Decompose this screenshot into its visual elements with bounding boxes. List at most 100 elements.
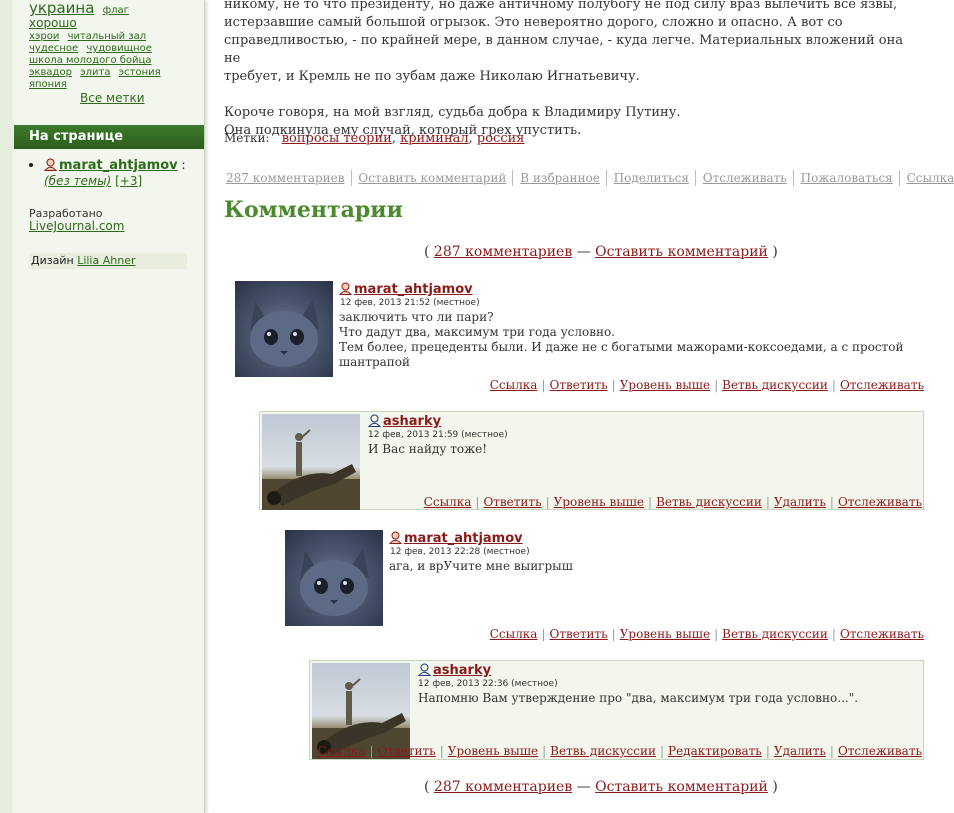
comment-text: Напомню Вам утверждение про "два, максим… [418,691,918,706]
comment-links: Ссылка | Ответить | Уровень выше | Ветвь диску… [489,627,924,641]
track-link[interactable]: Отслеживать [840,378,924,392]
user-icon [389,531,402,544]
parent-link[interactable]: Уровень выше [620,627,710,641]
comment-line: Напомню Вам утверждение про "два, максим… [418,691,859,705]
all-tags-link[interactable]: Все метки [80,91,145,105]
comment-author: asharky [368,414,441,429]
complain-link[interactable]: Пожаловаться [801,170,900,186]
livejournal-link[interactable]: LiveJournal.com [29,219,124,233]
comments-count-link[interactable]: 287 комментариев [434,244,572,260]
parent-link[interactable]: Уровень выше [448,744,538,758]
tag-link[interactable]: чудовищное [86,43,151,54]
cat-avatar-image [250,299,319,367]
thread-link[interactable]: Ветвь дискуссии [722,627,828,641]
post-tag-link[interactable]: криминал [400,131,469,146]
tag-link[interactable]: эквадор [29,67,72,78]
comments-heading: Комментарии [224,197,403,223]
comments-count-link[interactable]: 287 комментариев [434,779,572,795]
post-tags: Метки: вопросы теории, криминал, россия [224,131,525,146]
reply-link[interactable]: Ответить [550,378,608,392]
comment-author-link[interactable]: marat_ahtjamov [354,282,473,297]
design-author-link[interactable]: Lilia Ahner [77,254,135,267]
leave-comment-link[interactable]: Оставить комментарий [358,170,514,186]
dash: — [576,779,591,795]
track-link[interactable]: Отслеживать [840,627,924,641]
share-link[interactable]: Поделиться [614,170,696,186]
comment-permalink[interactable]: Ссылка [424,495,472,509]
comment-author-link[interactable]: asharky [433,663,491,678]
tag-link[interactable]: эстония [119,67,161,78]
comment-author-link[interactable]: marat_ahtjamov [404,531,523,546]
developed-by: Разработано LiveJournal.com [29,207,124,233]
comment-line: И Вас найду тоже! [368,442,488,456]
comment-author-link[interactable]: asharky [383,414,441,429]
thread-link[interactable]: Ветвь дискуссии [656,495,762,509]
tag-link[interactable]: япония [29,79,67,90]
parent-link[interactable]: Уровень выше [620,378,710,392]
tag-link[interactable]: читальный зал [68,31,147,42]
comment-links: Ссылка | Ответить | Уровень выше | Ветвь диску… [317,744,922,758]
tag-link[interactable]: хорошо [29,16,77,30]
comment-author: marat_ahtjamov [339,282,473,297]
thread-link[interactable]: Ветвь дискуссии [550,744,656,758]
tag-link[interactable]: украина [29,0,94,17]
track-link[interactable]: Отслеживать [703,170,794,186]
comment-text: И Вас найду тоже! [368,442,908,457]
paren-close: ) [772,244,778,260]
comment-date: 12 фев, 2013 21:59 (местное) [368,430,508,440]
design-credit: Дизайн Lilia Ahner [29,253,187,269]
comment-permalink[interactable]: Ссылка [490,627,538,641]
tag-link[interactable]: чудесное [29,43,78,54]
leave-comment-link[interactable]: Оставить комментарий [595,779,768,795]
comment: asharky 12 фев, 2013 22:36 (местное) Нап… [309,660,924,760]
dash: — [576,244,591,260]
tag-link[interactable]: школа молодого бойца [29,55,151,66]
leave-comment-link[interactable]: Оставить комментарий [595,244,768,260]
parent-link[interactable]: Уровень выше [554,495,644,509]
reply-link[interactable]: Ответить [550,627,608,641]
post-line: требует, и Кремль не по зубам даже Никол… [224,69,640,84]
design-label: Дизайн [31,254,74,267]
tag-link[interactable]: хэрои [29,31,59,42]
comment-line: заключить что ли пари? [339,310,494,324]
track-link[interactable]: Отслеживать [838,495,922,509]
permalink-link[interactable]: Ссылка [907,170,954,186]
add-favorite-link[interactable]: В избранное [520,170,607,186]
post-tag-link[interactable]: россия [477,131,525,146]
tags-label: Метки: [224,131,270,145]
comment-line: шантрапой [339,355,411,369]
comment-permalink[interactable]: Ссылка [318,744,366,758]
comment-links: Ссылка | Ответить | Уровень выше | Ветвь диску… [423,495,922,509]
post-line: Короче говоря, на мой взгляд, судьба доб… [224,105,681,120]
comment-line: ага, и врУчите мне выигрыш [389,559,573,573]
track-link[interactable]: Отслеживать [838,744,922,758]
comment: marat_ahtjamov 12 фев, 2013 21:52 (местн… [235,281,925,393]
avatar[interactable] [262,414,360,510]
post-actions: 287 комментариев Оставить комментарий В … [226,168,954,188]
sidebar [0,0,205,813]
on-page-count-link[interactable]: [+3] [115,174,142,188]
comment-line: Что дадут два, максимум три года условно… [339,325,615,339]
comment-date: 12 фев, 2013 22:28 (местное) [390,547,530,557]
edit-link[interactable]: Редактировать [668,744,762,758]
delete-link[interactable]: Удалить [774,744,826,758]
post-tag-link[interactable]: вопросы теории [282,131,392,146]
paren-open: ( [424,244,430,260]
delete-link[interactable]: Удалить [774,495,826,509]
reply-link[interactable]: Ответить [483,495,541,509]
post-line: справедливостью, - по крайней мере, в да… [224,33,904,66]
comment-permalink[interactable]: Ссылка [490,378,538,392]
reply-link[interactable]: Ответить [378,744,436,758]
on-page-user-link[interactable]: marat_ahtjamov [59,158,178,173]
comments-count-link[interactable]: 287 комментариев [226,170,352,186]
avatar[interactable] [285,530,383,626]
on-page-subject-link[interactable]: (без темы) [44,174,111,188]
avatar[interactable] [235,281,333,377]
tag-link[interactable]: элита [80,67,110,78]
comment-text: заключить что ли пари? Что дадут два, ма… [339,310,919,370]
list-bullet [29,163,33,167]
thread-link[interactable]: Ветвь дискуссии [722,378,828,392]
tag-link[interactable]: флаг [103,5,129,16]
comment-text: ага, и врУчите мне выигрыш [389,559,909,574]
post-line: никому, не то что президенту, но даже ан… [224,0,898,12]
